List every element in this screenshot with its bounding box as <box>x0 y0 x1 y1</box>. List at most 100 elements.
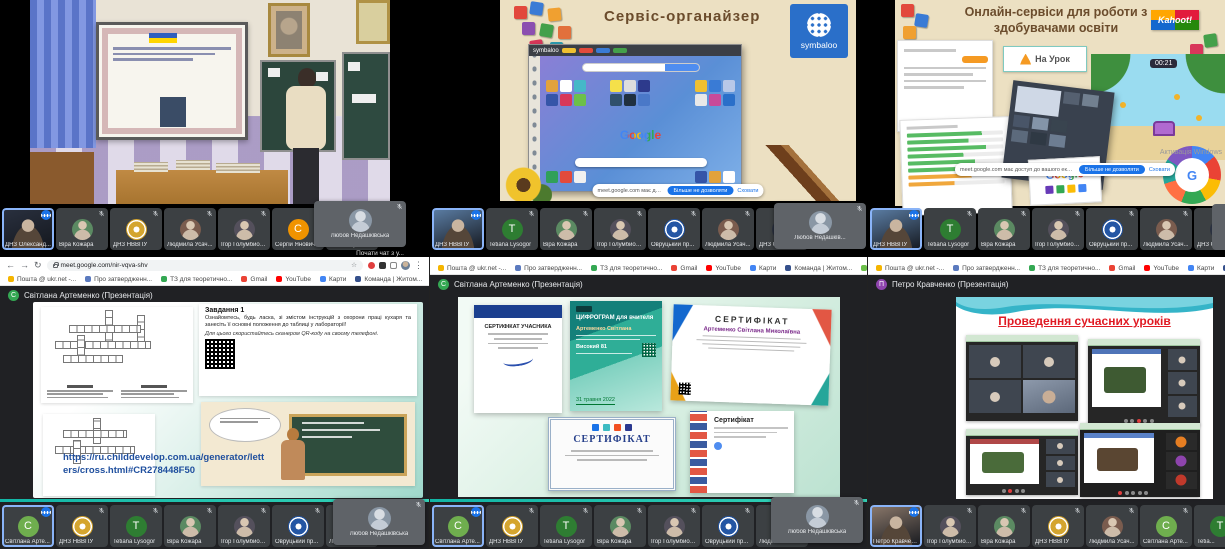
avatar <box>72 516 93 537</box>
participant-tile[interactable]: Ігор Голумбйов... <box>218 505 270 547</box>
participant-tile[interactable]: Людмила Усач... <box>164 208 216 250</box>
participant-tile[interactable]: T Tetia... <box>1194 505 1225 547</box>
participant-tile[interactable]: ДНЗ Олександ... <box>2 208 54 250</box>
bookmark-favicon <box>515 265 521 271</box>
stop-sharing-button[interactable]: Більше не дозволяти <box>1079 165 1145 174</box>
bookmark-item[interactable]: Команда | Житом... <box>785 265 852 272</box>
hide-banner-link[interactable]: Сховати <box>737 188 758 194</box>
participant-tile[interactable]: Ігор Голумбйов... <box>1032 208 1084 250</box>
participant-tile[interactable]: ДНЗ НВВПУ <box>432 208 484 250</box>
bookmark-item[interactable]: YouTube <box>706 265 741 272</box>
participant-tile[interactable]: С Світлана Арте... <box>432 505 484 547</box>
avatar <box>1102 516 1123 537</box>
participant-tile[interactable]: Віра Кожара <box>164 505 216 547</box>
bookmark-item[interactable]: YouTube <box>276 276 311 283</box>
participant-tile[interactable]: T Tetiana Lysogor <box>110 505 162 547</box>
participant-tile[interactable]: ДНЗ НВВПУ <box>870 208 922 250</box>
participant-tile[interactable]: Віра Кожара <box>978 505 1030 547</box>
treasure-chest <box>1153 121 1175 136</box>
participant-tile[interactable]: Людмила Усач... <box>702 208 754 250</box>
address-bar[interactable]: meet.google.com/nir-vqva-shv ☆ <box>47 260 363 271</box>
portrait-face <box>276 11 302 49</box>
participant-tile[interactable]: Овруцький пр... <box>272 505 324 547</box>
bookmark-item[interactable]: YouTube <box>1144 265 1179 272</box>
bookmark-item[interactable]: Команда | Житом... <box>355 276 422 283</box>
reload-button[interactable]: ↻ <box>34 261 42 270</box>
bookmark-item[interactable]: Пошта @ ukr.net -... <box>8 276 76 283</box>
bookmark-item[interactable]: Gmail <box>241 276 267 283</box>
participant-tile[interactable]: Ігор Голумбйов... <box>924 505 976 547</box>
mic-off-icon <box>206 507 213 514</box>
bookmark-item[interactable]: Карти <box>750 265 776 272</box>
bookmarks-bar: Пошта @ ukr.net -... Про затвердженн... … <box>430 262 867 275</box>
participant-tile[interactable]: Ігор Голумбйов... <box>218 208 270 250</box>
presenter-header[interactable]: С Світлана Артеменко (Презентація) <box>8 290 153 301</box>
presenter-header[interactable]: С Світлана Артеменко (Презентація) <box>438 279 583 290</box>
bookmark-item[interactable]: Про затвердженн... <box>85 276 152 283</box>
bookmark-item[interactable]: ТЗ для теоретично... <box>161 276 232 283</box>
bookmark-item[interactable]: Пошта @ ukr.net -... <box>438 265 506 272</box>
bookmark-item[interactable]: Про затвердженн... <box>953 265 1020 272</box>
webmix-tab <box>579 48 593 53</box>
profile-avatar[interactable] <box>401 261 410 270</box>
hide-banner-link[interactable]: Сховати <box>1149 167 1170 173</box>
participant-tile[interactable]: ДНЗ НВВПУ <box>110 208 162 250</box>
participant-name: Любов Недашків... <box>794 235 845 241</box>
participant-tile[interactable]: С Світлана Арте... <box>2 505 54 547</box>
bookmark-item[interactable]: Про затвердженн... <box>515 265 582 272</box>
participant-tile[interactable]: ДНЗ НВВПУ <box>56 505 108 547</box>
participant-tile[interactable]: Віра Кожара <box>594 505 646 547</box>
participant-tile[interactable]: Віра Кожара <box>56 208 108 250</box>
presenter-header[interactable]: П Петро Кравченко (Презентація) <box>876 279 1008 290</box>
avatar <box>502 516 523 537</box>
participant-tile[interactable]: С Світлана Арте... <box>1140 505 1192 547</box>
bookmark-star-icon[interactable]: ☆ <box>351 261 357 269</box>
bookmark-item[interactable]: ТЗ для теоретично... <box>591 265 662 272</box>
bookmark-item[interactable]: Пошта @ ukr.net -... <box>876 265 944 272</box>
participant-tile[interactable]: Віра Кожара <box>978 208 1030 250</box>
bookmark-item[interactable]: Gmail <box>1109 265 1135 272</box>
forward-button[interactable]: → <box>20 261 29 270</box>
certificate-eu-band <box>474 305 562 318</box>
google-search-bar[interactable] <box>575 158 707 167</box>
participant-name: ДНЗ НВВПУ <box>59 539 105 545</box>
bookmark-label: Пошта @ ukr.net -... <box>885 265 944 272</box>
avatar: С <box>18 516 39 537</box>
participant-tile[interactable]: T Tetiana Lysogor <box>486 208 538 250</box>
participant-tile[interactable]: Овруцький пр... <box>702 505 754 547</box>
participant-tile[interactable]: Овруцький пр... <box>1086 208 1138 250</box>
back-button[interactable]: ← <box>6 261 15 270</box>
bookmark-item[interactable]: Карти <box>320 276 346 283</box>
window-icon[interactable] <box>390 262 397 269</box>
avatar <box>994 219 1015 240</box>
participant-overlay-tile[interactable]: Любов Недашківська <box>333 499 425 545</box>
participant-tile[interactable]: Овруцький пр... <box>648 208 700 250</box>
webmix-tiles <box>610 80 650 106</box>
menu-kebab-icon[interactable]: ⋮ <box>414 261 423 270</box>
bookmark-favicon <box>161 276 167 282</box>
bookmark-item[interactable]: ТЗ для теоретично... <box>1029 265 1100 272</box>
participant-tile[interactable]: ДНЗ НВВПУ <box>1032 505 1084 547</box>
participant-tile[interactable]: Людмила Усач... <box>1140 208 1192 250</box>
stop-sharing-button[interactable]: Більше не дозволяти <box>668 186 734 195</box>
participant-tile[interactable]: Людмила Усач... <box>1086 505 1138 547</box>
extension-red-icon[interactable] <box>368 262 375 269</box>
participant-tile[interactable]: Ігор Голумбйов... <box>648 505 700 547</box>
bookmark-item[interactable]: Карти <box>1188 265 1214 272</box>
participant-overlay-tile[interactable]: Любов Недашків... <box>774 203 866 249</box>
speaking-indicator <box>909 210 919 220</box>
participant-tile[interactable]: Віра Кожара <box>540 208 592 250</box>
extension-dark-icon[interactable] <box>379 262 386 269</box>
webmix-search-bar[interactable] <box>582 63 700 72</box>
bookmark-item[interactable]: Gmail <box>671 265 697 272</box>
participant-overlay-tile[interactable]: Любов Недашківська <box>314 201 406 247</box>
participant-tile[interactable]: ДНЗ НВВПУ <box>486 505 538 547</box>
participant-tile[interactable]: T Tetiana Lysogor <box>540 505 592 547</box>
bookmark-item[interactable]: Zoom password не... <box>861 265 867 272</box>
participant-tile[interactable]: T Tetiana Lysogor <box>924 208 976 250</box>
participant-tile[interactable]: Ігор Голумбйов... <box>594 208 646 250</box>
participant-overlay-tile[interactable]: Любов Недашківська <box>771 497 863 543</box>
participant-tile[interactable]: Петро Кравченко <box>870 505 922 547</box>
generator-link[interactable]: https://ru.childdevelop.com.ua/generator… <box>63 452 353 478</box>
thought-bubble <box>209 408 281 442</box>
